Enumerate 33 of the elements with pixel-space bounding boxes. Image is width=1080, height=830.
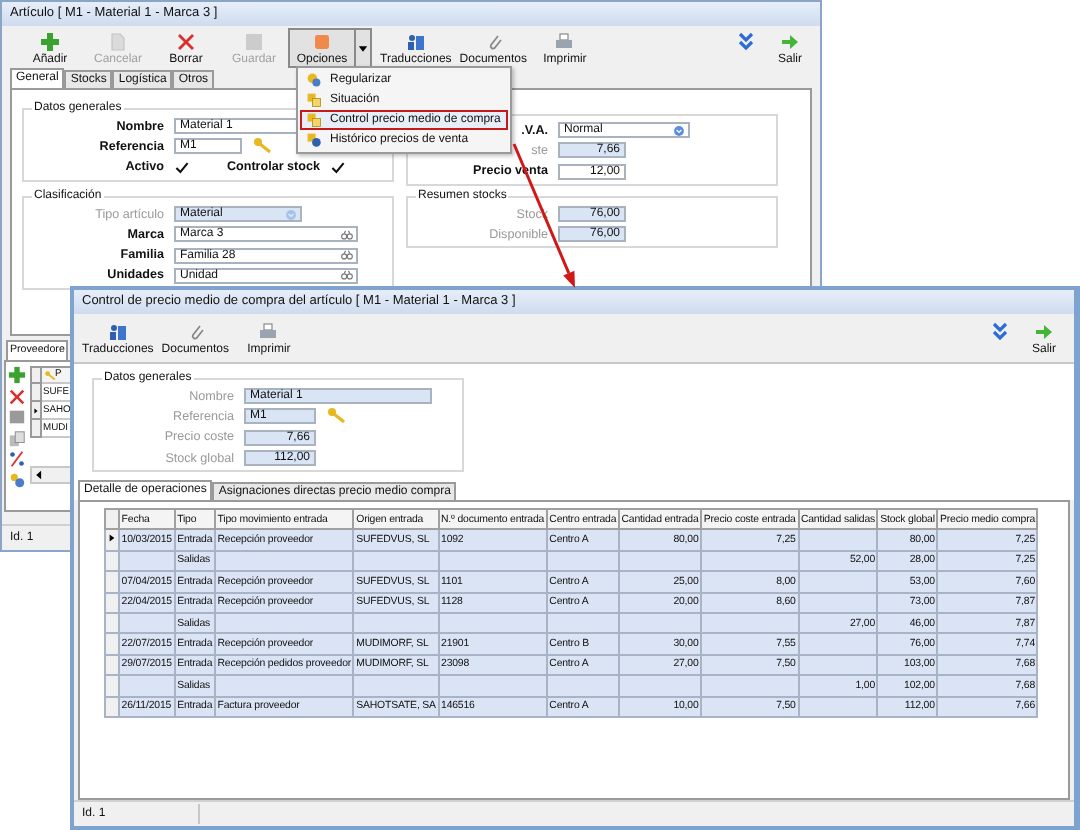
key-icon[interactable] — [326, 406, 346, 427]
tile-icon — [312, 31, 332, 51]
key-icon — [43, 369, 55, 381]
plus-icon[interactable] — [8, 366, 26, 384]
checkbox[interactable] — [174, 159, 194, 176]
plus-icon — [40, 31, 60, 51]
chevrons-icon[interactable] — [736, 32, 756, 52]
row-header[interactable] — [105, 529, 119, 551]
checkbox[interactable] — [330, 159, 350, 176]
printer-icon — [554, 31, 575, 51]
row-header[interactable] — [30, 402, 42, 420]
exit-icon — [780, 31, 800, 51]
key-icon[interactable] — [252, 136, 272, 157]
lookup-icon — [340, 268, 354, 283]
dropdown-button[interactable] — [356, 28, 372, 68]
check-icon — [174, 159, 190, 176]
row-pointer-icon — [32, 405, 40, 415]
lookup-icon — [340, 227, 354, 242]
caret-icon — [356, 41, 370, 55]
lookup-icon — [340, 248, 354, 263]
check-icon — [330, 159, 346, 176]
delete-icon[interactable] — [8, 387, 26, 405]
row-pointer-icon — [106, 532, 118, 545]
percent-icon[interactable] — [8, 450, 26, 468]
delete-icon — [176, 31, 196, 51]
exit-icon — [1034, 321, 1054, 341]
document-icon — [108, 31, 128, 51]
chevrons-icon[interactable] — [990, 322, 1010, 342]
scroll-left-icon[interactable] — [32, 468, 46, 482]
printer-icon — [258, 321, 279, 341]
dropdown-icon — [672, 123, 686, 138]
copy-icon[interactable] — [8, 429, 26, 447]
dropdown-icon — [284, 207, 298, 222]
